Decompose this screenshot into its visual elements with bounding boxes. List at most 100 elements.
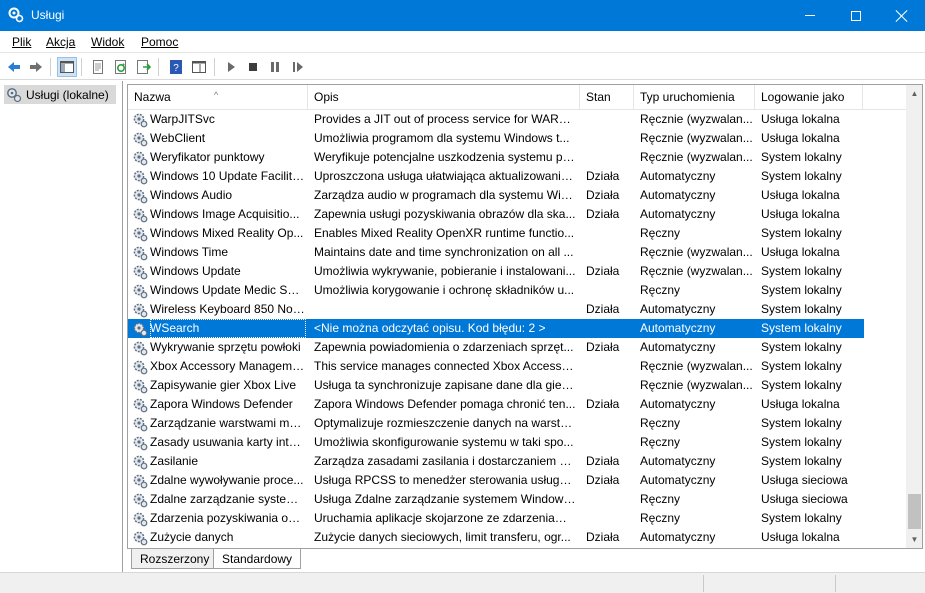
- properties-button[interactable]: [88, 57, 108, 77]
- service-log-on-as: System lokalny: [761, 416, 842, 430]
- console-tree-button[interactable]: [57, 57, 77, 77]
- table-row[interactable]: Wireless Keyboard 850 Notif... Działa Auto…: [128, 300, 864, 319]
- service-startup-type: Ręcznie (wyzwalan...: [640, 112, 753, 126]
- service-status: Działa: [586, 530, 620, 544]
- table-row[interactable]: Xbox Accessory Manageme... This service m…: [128, 357, 864, 376]
- service-status: Działa: [586, 397, 620, 411]
- table-row[interactable]: WarpJITSvc Provides a JIT out of process …: [128, 110, 864, 129]
- table-row[interactable]: Wykrywanie sprzętu powłoki Zapewnia powia…: [128, 338, 864, 357]
- service-gear-icon: [132, 340, 148, 356]
- menu-bar: Plik Akcja Widok Pomoc: [0, 31, 925, 53]
- service-status: [586, 148, 632, 167]
- restart-service-button[interactable]: [288, 57, 308, 77]
- pane-icon: [192, 61, 206, 73]
- table-row[interactable]: Zapisywanie gier Xbox Live Usługa ta sync…: [128, 376, 864, 395]
- forward-button[interactable]: [26, 57, 46, 77]
- scroll-up-arrow-icon[interactable]: ▲: [906, 85, 922, 102]
- table-row[interactable]: Zarządzanie warstwami ma... Optymalizuje …: [128, 414, 864, 433]
- service-gear-icon: [132, 112, 148, 128]
- table-row[interactable]: Zdalne wywoływanie proce... Usługa RPCSS …: [128, 471, 864, 490]
- table-row[interactable]: Windows Mixed Reality Op... Enables Mixed…: [128, 224, 864, 243]
- service-log-on-as: System lokalny: [761, 454, 842, 468]
- properties-icon: [93, 60, 103, 74]
- scroll-down-arrow-icon[interactable]: ▼: [906, 531, 922, 548]
- services-list: Nazwa ^ Opis Stan Typ uruchomienia Logow…: [127, 84, 923, 549]
- service-gear-icon: [132, 207, 148, 223]
- column-header-log-on-as[interactable]: Logowanie jako: [755, 85, 863, 110]
- vertical-scrollbar[interactable]: ▲ ▼: [906, 85, 922, 548]
- service-gear-icon: [132, 416, 148, 432]
- service-description: <Nie można odczytać opisu. Kod błędu: 2 …: [314, 321, 546, 335]
- table-row[interactable]: Zasilanie Zarządza zasadami zasilania i d…: [128, 452, 864, 471]
- minimize-button[interactable]: [787, 0, 833, 31]
- service-name: Windows Mixed Reality Op...: [150, 226, 304, 240]
- close-button[interactable]: [879, 0, 925, 31]
- service-status: Działa: [586, 207, 620, 221]
- export-list-button[interactable]: [134, 57, 154, 77]
- service-name: Zapora Windows Defender: [150, 397, 293, 411]
- column-header-status[interactable]: Stan: [580, 85, 634, 110]
- table-row[interactable]: Windows Update Umożliwia wykrywanie, pobi…: [128, 262, 864, 281]
- service-status: Działa: [586, 340, 620, 354]
- service-status: [586, 376, 632, 395]
- refresh-button[interactable]: [111, 57, 131, 77]
- service-log-on-as: Usługa lokalna: [761, 207, 840, 221]
- service-description: Usługa ta synchronizuje zapisane dane dl…: [314, 378, 576, 392]
- menu-help[interactable]: Pomoc: [141, 35, 178, 49]
- table-row[interactable]: Zasady usuwania karty intel... Umożliwia …: [128, 433, 864, 452]
- refresh-icon: [115, 60, 126, 74]
- menu-file[interactable]: Plik: [12, 35, 31, 49]
- back-button[interactable]: [4, 57, 24, 77]
- service-gear-icon: [132, 321, 148, 337]
- service-name: Windows Audio: [150, 188, 233, 202]
- column-header-description[interactable]: Opis: [308, 85, 580, 110]
- start-service-button[interactable]: [221, 57, 241, 77]
- menu-action[interactable]: Akcja: [46, 35, 75, 49]
- table-row[interactable]: Weryfikator punktowy Weryfikuje potencjal…: [128, 148, 864, 167]
- status-bar: [0, 572, 925, 593]
- service-log-on-as: System lokalny: [761, 283, 842, 297]
- service-status: Działa: [586, 473, 620, 487]
- table-row[interactable]: Windows Update Medic Ser... Umożliwia kor…: [128, 281, 864, 300]
- service-log-on-as: System lokalny: [761, 302, 842, 316]
- service-description: Weryfikuje potencjalne uszkodzenia syste…: [314, 150, 576, 164]
- table-row[interactable]: Zapora Windows Defender Zapora Windows De…: [128, 395, 864, 414]
- table-row[interactable]: WSearch <Nie można odczytać opisu. Kod bł…: [128, 319, 864, 338]
- stop-service-button[interactable]: [243, 57, 263, 77]
- table-row[interactable]: Windows 10 Update Facilita... Uproszczona…: [128, 167, 864, 186]
- table-row[interactable]: Windows Time Maintains date and time sync…: [128, 243, 864, 262]
- show-hide-pane-button[interactable]: [189, 57, 209, 77]
- service-name: Zapisywanie gier Xbox Live: [150, 378, 297, 392]
- table-row[interactable]: Windows Image Acquisitio... Zapewnia usłu…: [128, 205, 864, 224]
- service-log-on-as: System lokalny: [761, 378, 842, 392]
- view-tabs: Rozszerzony Standardowy: [127, 549, 923, 571]
- service-description: [314, 300, 576, 319]
- service-startup-type: Ręczny: [640, 435, 681, 449]
- pause-service-button[interactable]: [265, 57, 285, 77]
- menu-view[interactable]: Widok: [91, 35, 124, 49]
- help-button[interactable]: ?: [166, 57, 186, 77]
- back-arrow-icon: [8, 62, 20, 72]
- service-log-on-as: Usługa lokalna: [761, 245, 840, 259]
- tab-standard[interactable]: Standardowy: [213, 549, 302, 569]
- table-row[interactable]: WebClient Umożliwia programom dla systemu…: [128, 129, 864, 148]
- service-status: [586, 224, 632, 243]
- table-row[interactable]: Zdarzenia pozyskiwania obr... Uruchamia a…: [128, 509, 864, 528]
- service-name: WSearch: [150, 319, 306, 338]
- services-gear-icon: [7, 87, 22, 102]
- tree-item-local-services[interactable]: Usługi (lokalne): [4, 85, 116, 104]
- tab-extended[interactable]: Rozszerzony: [131, 549, 219, 569]
- maximize-button[interactable]: [833, 0, 879, 31]
- service-name: Zdarzenia pozyskiwania obr...: [150, 511, 306, 525]
- service-log-on-as: System lokalny: [761, 150, 842, 164]
- table-row[interactable]: Zdalne zarządzanie systeme... Usługa Zdal…: [128, 490, 864, 509]
- scrollbar-thumb[interactable]: [908, 494, 921, 529]
- service-status: [586, 357, 632, 376]
- table-row[interactable]: Windows Audio Zarządza audio w programach…: [128, 186, 864, 205]
- service-log-on-as: System lokalny: [761, 511, 842, 525]
- column-header-startup-type[interactable]: Typ uruchomienia: [634, 85, 755, 110]
- service-name: Wykrywanie sprzętu powłoki: [150, 340, 301, 354]
- service-startup-type: Automatyczny: [640, 302, 716, 316]
- table-row[interactable]: Zużycie danych Zużycie danych sieciowych,…: [128, 528, 864, 547]
- column-header-name[interactable]: Nazwa ^: [128, 85, 308, 110]
